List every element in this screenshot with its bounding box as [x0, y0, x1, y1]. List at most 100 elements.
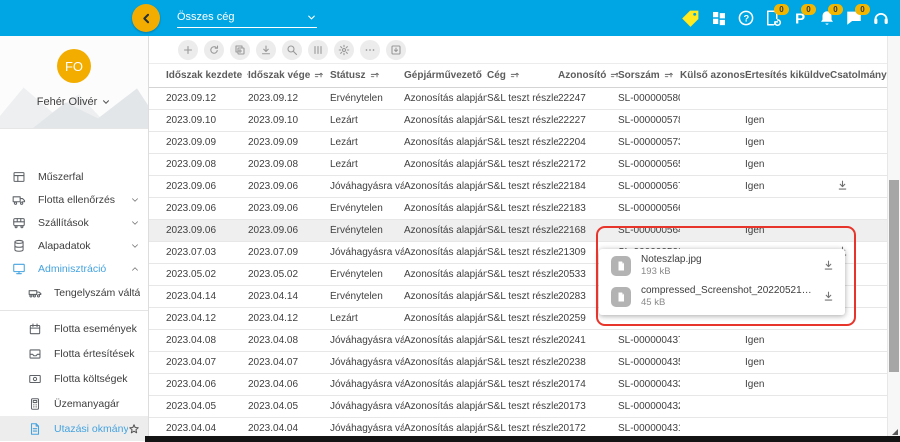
cell-id: 22184: [558, 181, 618, 192]
cell-id: 22168: [558, 225, 618, 236]
table-row[interactable]: 2023.09.092023.09.09LezártAzonosítás ala…: [149, 132, 888, 154]
sidebar-item-flotta-esem-nyek[interactable]: Flotta események: [0, 316, 148, 341]
download-file-icon[interactable]: [822, 290, 835, 303]
sidebar-item-flotta-k-lts-gek[interactable]: Flotta költségek: [0, 366, 148, 391]
cell-company: S&L teszt részleg: [487, 401, 558, 412]
cell-driver: Azonosítás alapján: [404, 159, 487, 170]
company-select[interactable]: Összes cég: [177, 7, 317, 28]
cell-status: Jóváhagyásra vár: [330, 379, 404, 390]
cell-driver: Azonosítás alapján: [404, 335, 487, 346]
column-header-10[interactable]: Csatolmány: [830, 70, 888, 81]
download-attachment-icon[interactable]: [836, 179, 849, 192]
cell-notified: Igen: [745, 357, 830, 368]
export-button[interactable]: [386, 40, 406, 60]
favorite-star-icon[interactable]: [128, 423, 140, 435]
sidebar-item-sz-ll-t-sok[interactable]: Szállítások: [0, 211, 148, 234]
column-header-7[interactable]: Sorszám: [618, 70, 680, 81]
table-row[interactable]: 2023.09.082023.09.08LezártAzonosítás ala…: [149, 154, 888, 176]
table-row[interactable]: 2023.04.062023.04.06Jóváhagyásra várAzon…: [149, 374, 888, 396]
download-file-icon[interactable]: [822, 259, 835, 272]
sidebar-item--zemanyag-r[interactable]: Üzemanyagár: [0, 391, 148, 416]
copy-button[interactable]: [230, 40, 250, 60]
profile-name[interactable]: Fehér Olivér: [0, 96, 148, 108]
chevron-down-icon: [306, 12, 317, 23]
column-header-6[interactable]: Azonosító: [558, 70, 618, 81]
apps-grid-icon[interactable]: [710, 9, 728, 27]
sidebar-item-flotta-rtes-t-sek[interactable]: Flotta értesítések: [0, 341, 148, 366]
plus-button[interactable]: [178, 40, 198, 60]
avatar[interactable]: FO: [57, 49, 91, 83]
parking-icon[interactable]: P0: [791, 9, 809, 27]
search-button[interactable]: [282, 40, 302, 60]
file-icon: [611, 256, 631, 276]
more-button[interactable]: [360, 40, 380, 60]
money-icon: [28, 372, 42, 386]
collapse-sidebar-button[interactable]: [132, 4, 160, 32]
sidebar-item-m-szerfal[interactable]: Műszerfal: [0, 165, 148, 188]
sort-filter-icon: [313, 70, 324, 81]
table-row[interactable]: 2023.09.122023.09.12ÉrvénytelenAzonosítá…: [149, 88, 888, 110]
cell-start: 2023.09.10: [149, 115, 248, 126]
attachment-popup: Noteszlap.jpg193 kBcompressed_Screenshot…: [599, 249, 845, 315]
database-icon: [12, 239, 26, 253]
column-label: Értesítés kiküldve: [745, 70, 830, 81]
chevron-down-icon: [130, 195, 140, 205]
attachment-file-item[interactable]: compressed_Screenshot_20220521-1...45 kB: [599, 281, 845, 312]
table-row[interactable]: 2023.09.062023.09.06ÉrvénytelenAzonosítá…: [149, 198, 888, 220]
cell-end: 2023.09.06: [248, 225, 330, 236]
refresh-button[interactable]: [204, 40, 224, 60]
column-header-9[interactable]: Értesítés kiküldve: [745, 70, 830, 81]
sidebar-item-alapadatok[interactable]: Alapadatok: [0, 234, 148, 257]
cell-id: 22227: [558, 115, 618, 126]
cell-id: 20172: [558, 423, 618, 434]
column-header-8[interactable]: Külső azonosító: [680, 70, 745, 81]
cell-notified: Igen: [745, 115, 830, 126]
bottom-edge-bar: [145, 436, 900, 442]
table-row[interactable]: 2023.04.072023.04.07Jóváhagyásra várAzon…: [149, 352, 888, 374]
cell-company: S&L teszt részleg: [487, 357, 558, 368]
svg-text:?: ?: [743, 13, 749, 23]
column-header-2[interactable]: Időszak vége: [248, 70, 330, 81]
headset-icon[interactable]: [872, 9, 890, 27]
cell-driver: Azonosítás alapján: [404, 379, 487, 390]
scrollbar-thumb[interactable]: [889, 180, 899, 372]
column-header-5[interactable]: Cég: [487, 70, 558, 81]
sidebar-item-label: Alapadatok: [38, 240, 130, 252]
table-row[interactable]: 2023.09.062023.09.06ÉrvénytelenAzonosítá…: [149, 220, 888, 242]
column-header-3[interactable]: Státusz: [330, 70, 404, 81]
cell-notified: Igen: [745, 137, 830, 148]
cell-notified: Igen: [745, 181, 830, 192]
table-row[interactable]: 2023.09.102023.09.10LezártAzonosítás ala…: [149, 110, 888, 132]
cell-id: 22183: [558, 203, 618, 214]
sidebar-item-utaz-si-okm-nyok[interactable]: Utazási okmányok: [0, 416, 148, 441]
help-icon[interactable]: ?: [737, 9, 755, 27]
table-row[interactable]: 2023.09.062023.09.06Jóváhagyásra várAzon…: [149, 176, 888, 198]
cell-start: 2023.04.07: [149, 357, 248, 368]
chat-icon[interactable]: 0: [845, 9, 863, 27]
column-header-1[interactable]: Időszak kezdete: [149, 70, 248, 81]
columns-button[interactable]: [308, 40, 328, 60]
table-row[interactable]: 2023.04.052023.04.05Jóváhagyásra várAzon…: [149, 396, 888, 418]
cell-status: Jóváhagyásra vár: [330, 181, 404, 192]
notifications-bell-icon[interactable]: 0: [818, 9, 836, 27]
company-select-value: Összes cég: [177, 11, 234, 23]
sidebar-item-tengelysz-m-v-lt-s[interactable]: Tengelyszám váltás: [0, 280, 148, 305]
cell-end: 2023.04.07: [248, 357, 330, 368]
sidebar-item-flotta-ellen-rz-s[interactable]: Flotta ellenőrzés: [0, 188, 148, 211]
cell-driver: Azonosítás alapján: [404, 115, 487, 126]
tag-icon[interactable]: [680, 8, 701, 29]
settings-gear-button[interactable]: [334, 40, 354, 60]
table-row[interactable]: 2023.04.082023.04.08Jóváhagyásra várAzon…: [149, 330, 888, 352]
column-header-4[interactable]: Gépjárművezető: [404, 70, 487, 81]
column-label: Státusz: [330, 70, 366, 81]
attachment-file-item[interactable]: Noteszlap.jpg193 kB: [599, 250, 845, 281]
sidebar-item-adminisztr-ci-[interactable]: Adminisztráció: [0, 257, 148, 280]
file-name: compressed_Screenshot_20220521-1...: [641, 285, 812, 296]
truck-icon: [12, 193, 26, 207]
chevron-up-icon: [130, 264, 140, 274]
axle-icon: [28, 286, 42, 300]
vertical-scrollbar[interactable]: [887, 36, 900, 442]
profile-section: FO Fehér Olivér: [0, 36, 148, 129]
document-sync-icon[interactable]: 0: [764, 9, 782, 27]
download-button[interactable]: [256, 40, 276, 60]
